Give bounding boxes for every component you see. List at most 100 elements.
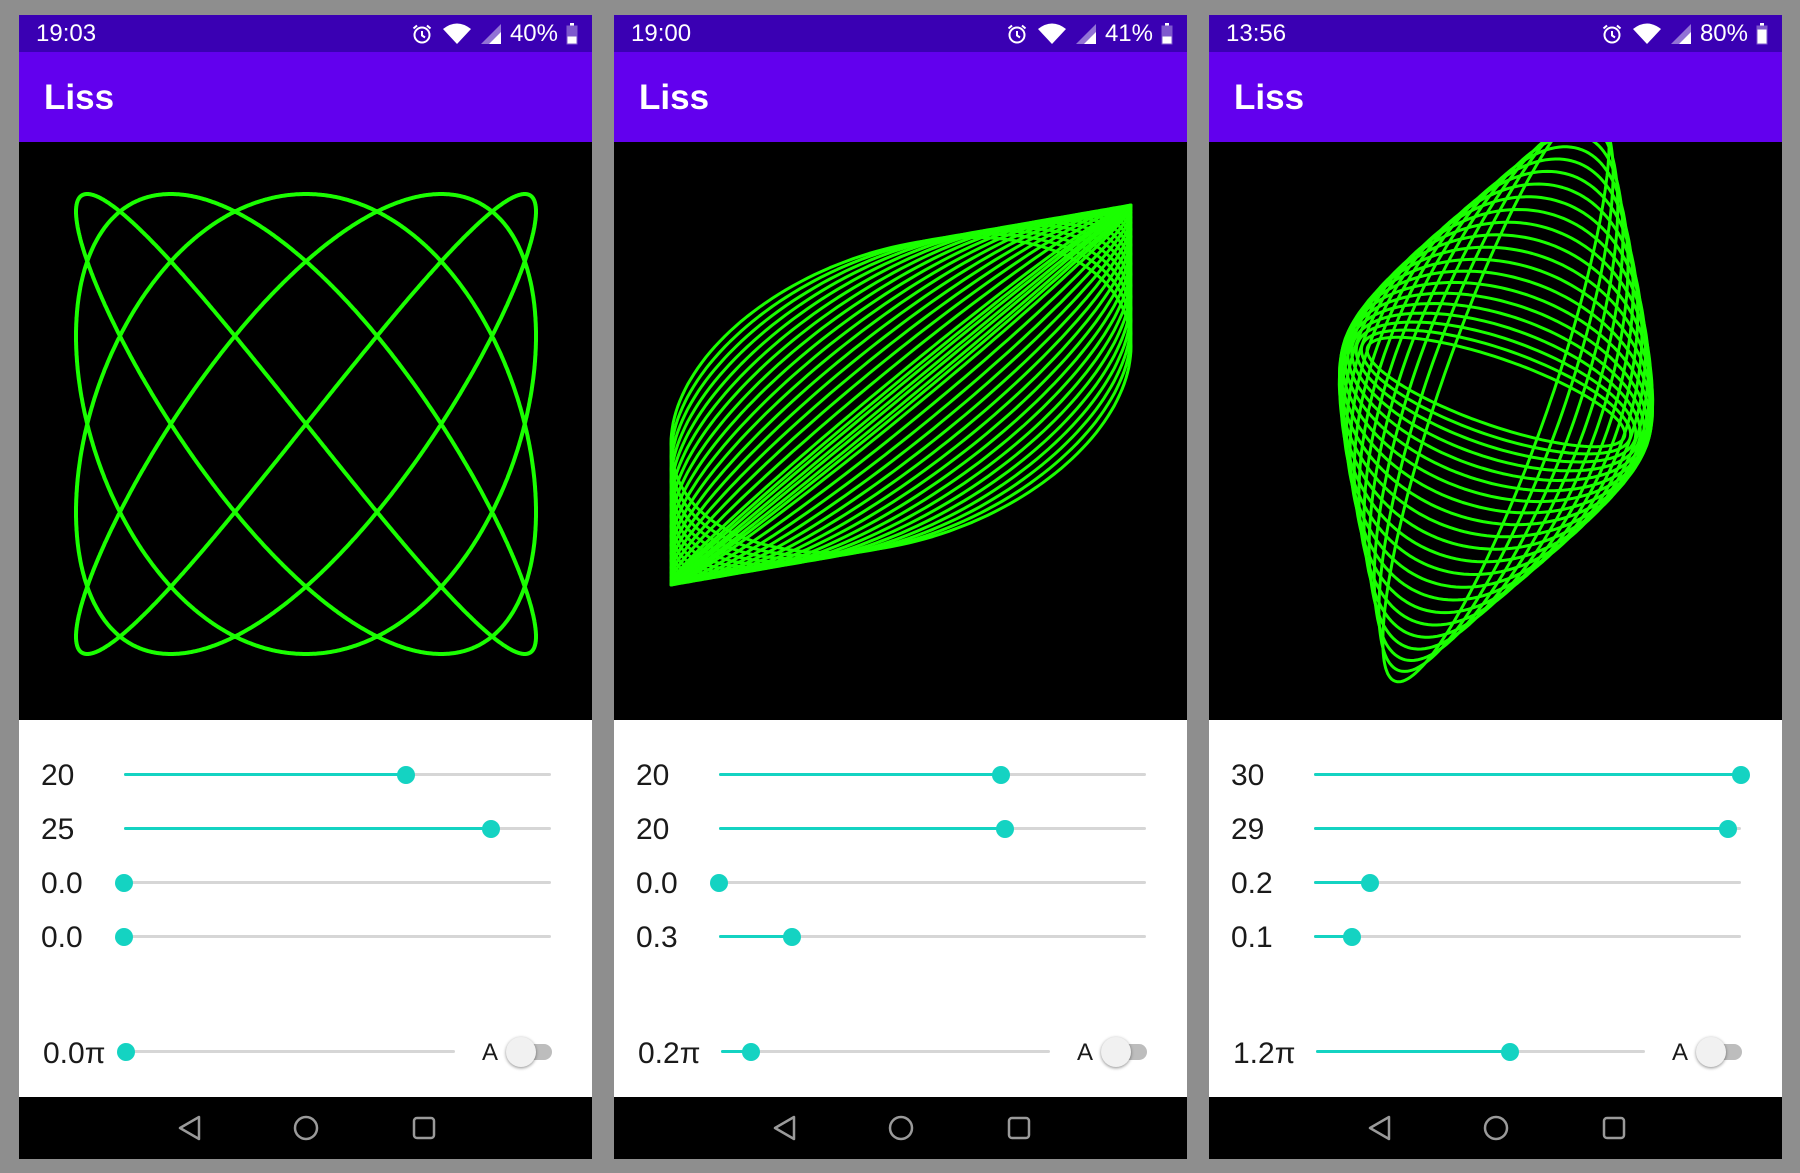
- parameter-slider-thumb[interactable]: [710, 874, 728, 892]
- slider-value-label: 0.0: [41, 867, 83, 900]
- switch-thumb[interactable]: [1696, 1037, 1726, 1067]
- parameter-slider[interactable]: [719, 922, 1146, 952]
- app-bar: Liss: [19, 52, 592, 142]
- switch-thumb[interactable]: [1101, 1037, 1131, 1067]
- status-icons: 40%: [410, 20, 578, 48]
- status-bar: 19:03 40%: [19, 15, 592, 52]
- home-icon[interactable]: [1481, 1113, 1511, 1148]
- phase-slider[interactable]: [1316, 1037, 1645, 1067]
- navigation-bar: [19, 1097, 592, 1159]
- wifi-icon: [1632, 22, 1662, 46]
- parameter-slider-fill: [1314, 773, 1741, 776]
- status-time: 19:03: [36, 20, 97, 47]
- auto-toggle-switch[interactable]: [1696, 1037, 1746, 1067]
- auto-label: A: [1672, 1039, 1689, 1066]
- parameter-slider[interactable]: [124, 814, 551, 844]
- parameter-slider-thumb[interactable]: [991, 766, 1010, 784]
- parameter-slider-thumb[interactable]: [1360, 874, 1379, 892]
- parameter-slider[interactable]: [1314, 868, 1741, 898]
- lissajous-figure: [74, 192, 538, 656]
- auto-label: A: [1077, 1039, 1094, 1066]
- parameter-slider-thumb[interactable]: [1732, 766, 1750, 784]
- slider-value-label: 0.3: [636, 921, 678, 954]
- parameter-slider[interactable]: [710, 868, 1146, 898]
- parameter-slider-thumb[interactable]: [115, 928, 133, 946]
- parameter-slider[interactable]: [719, 814, 1146, 844]
- phase-value-label: 1.2π: [1233, 1037, 1296, 1070]
- home-icon[interactable]: [886, 1113, 916, 1148]
- parameter-slider[interactable]: [115, 922, 551, 952]
- parameter-slider-track: [124, 881, 551, 884]
- lissajous-figure: [669, 203, 1133, 587]
- phone-screen: 19:00 41% Liss 20 20 0.0 0.3 0.2π A: [614, 15, 1187, 1159]
- parameter-slider[interactable]: [719, 760, 1146, 790]
- phase-slider-track: [721, 1050, 1050, 1053]
- back-icon[interactable]: [1365, 1113, 1395, 1148]
- parameter-slider[interactable]: [1314, 922, 1741, 952]
- switch-thumb[interactable]: [506, 1037, 536, 1067]
- slider-value-label: 20: [636, 813, 670, 846]
- slider-value-label: 20: [636, 759, 670, 792]
- signal-icon: [480, 23, 502, 45]
- parameter-slider-thumb[interactable]: [1343, 928, 1362, 946]
- control-panel: 30 29 0.2 0.1 1.2π A: [1209, 720, 1782, 1097]
- battery-percent: 80%: [1699, 20, 1748, 47]
- phase-slider[interactable]: [721, 1037, 1050, 1067]
- slider-value-label: 25: [41, 813, 75, 846]
- parameter-slider-thumb[interactable]: [482, 820, 501, 838]
- wifi-icon: [1037, 22, 1067, 46]
- auto-toggle-switch[interactable]: [506, 1037, 556, 1067]
- auto-toggle-switch[interactable]: [1101, 1037, 1151, 1067]
- phase-slider-track: [126, 1050, 455, 1053]
- parameter-slider[interactable]: [124, 760, 551, 790]
- parameter-slider-fill: [1314, 827, 1729, 830]
- recents-icon[interactable]: [1004, 1113, 1034, 1148]
- home-icon[interactable]: [291, 1113, 321, 1148]
- phone-screen: 19:03 40% Liss 20 25 0.0 0.0 0.0π A: [19, 15, 592, 1159]
- phase-slider-thumb[interactable]: [117, 1043, 135, 1061]
- back-icon[interactable]: [175, 1113, 205, 1148]
- back-icon[interactable]: [770, 1113, 800, 1148]
- parameter-slider-fill: [719, 935, 792, 938]
- navigation-bar: [1209, 1097, 1782, 1159]
- battery-icon: [566, 23, 578, 45]
- lissajous-figure: [1337, 142, 1655, 684]
- app-title: Liss: [1234, 78, 1305, 117]
- curve-trace: [1359, 328, 1633, 456]
- battery-icon: [1756, 23, 1768, 45]
- parameter-slider[interactable]: [1314, 814, 1741, 844]
- parameter-slider-fill: [719, 773, 1001, 776]
- alarm-icon: [1600, 22, 1624, 46]
- slider-value-label: 30: [1231, 759, 1265, 792]
- phase-slider-thumb[interactable]: [741, 1043, 760, 1061]
- phase-value-label: 0.2π: [638, 1037, 701, 1070]
- app-bar: Liss: [1209, 52, 1782, 142]
- lissajous-canvas: [1209, 142, 1782, 720]
- parameter-slider-thumb[interactable]: [396, 766, 415, 784]
- parameter-slider-track: [124, 935, 551, 938]
- slider-value-label: 20: [41, 759, 75, 792]
- parameter-slider-thumb[interactable]: [1719, 820, 1738, 838]
- curve-trace: [1345, 195, 1647, 589]
- app-title: Liss: [639, 78, 710, 117]
- parameter-slider-thumb[interactable]: [115, 874, 133, 892]
- phase-slider[interactable]: [117, 1037, 455, 1067]
- slider-value-label: 0.0: [41, 921, 83, 954]
- recents-icon[interactable]: [1599, 1113, 1629, 1148]
- slider-value-label: 0.1: [1231, 921, 1273, 954]
- signal-icon: [1670, 23, 1692, 45]
- curve-trace: [669, 210, 1133, 580]
- parameter-slider[interactable]: [115, 868, 551, 898]
- lissajous-canvas: [614, 142, 1187, 720]
- phase-slider-thumb[interactable]: [1501, 1043, 1520, 1061]
- parameter-slider-thumb[interactable]: [996, 820, 1015, 838]
- slider-value-label: 29: [1231, 813, 1265, 846]
- control-panel: 20 25 0.0 0.0 0.0π A: [19, 720, 592, 1097]
- phase-value-label: 0.0π: [43, 1037, 106, 1070]
- parameter-slider-fill: [124, 827, 492, 830]
- parameter-slider[interactable]: [1314, 760, 1750, 790]
- parameter-slider-thumb[interactable]: [782, 928, 801, 946]
- recents-icon[interactable]: [409, 1113, 439, 1148]
- alarm-icon: [410, 22, 434, 46]
- auto-label: A: [482, 1039, 499, 1066]
